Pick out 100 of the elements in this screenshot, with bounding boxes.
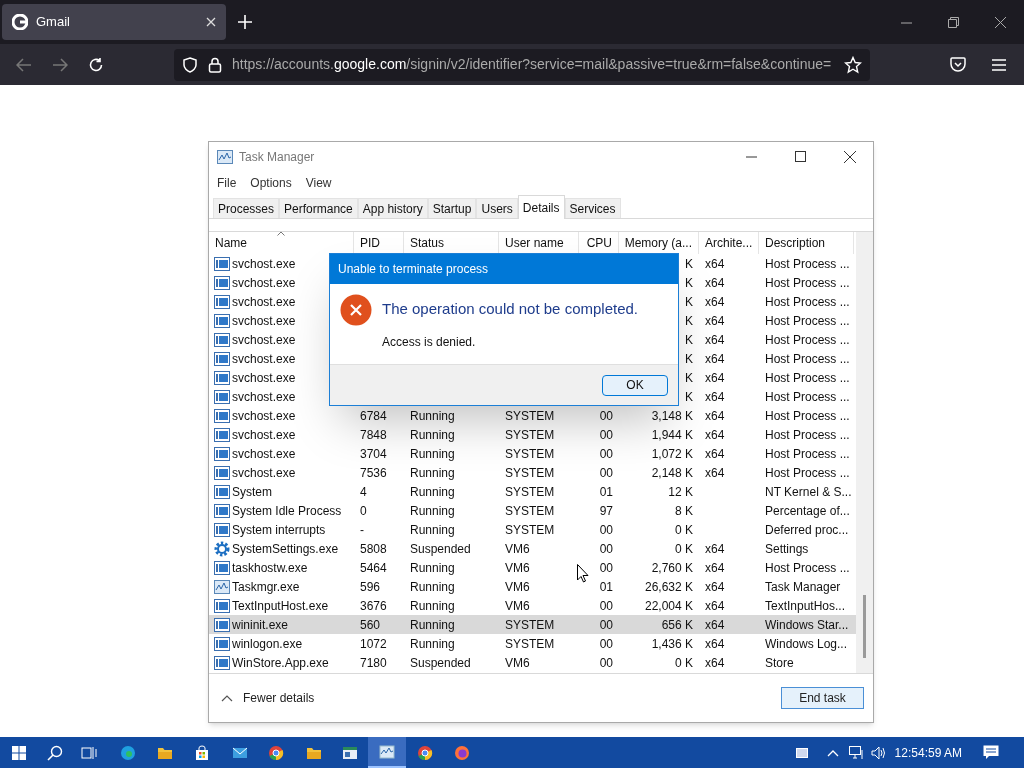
- table-cell-text: K: [685, 293, 693, 311]
- table-cell-text: 00: [599, 426, 613, 444]
- table-cell-text: taskhostw.exe: [232, 559, 308, 577]
- tab[interactable]: Processes: [213, 198, 280, 218]
- table-cell-text: 0 K: [675, 521, 693, 539]
- end-task-button[interactable]: End task: [781, 687, 864, 709]
- column-header[interactable]: Archite...: [699, 232, 759, 254]
- table-cell-text: Windows Log...: [765, 635, 848, 653]
- menu-icon[interactable]: [992, 58, 1006, 71]
- google-logo-icon: [12, 14, 28, 30]
- notification-icon[interactable]: [983, 745, 999, 760]
- shield-icon[interactable]: [182, 56, 198, 73]
- table-cell-text: SYSTEM: [505, 616, 555, 634]
- dialog-title: Unable to terminate process: [338, 261, 489, 278]
- tab[interactable]: App history: [357, 198, 428, 218]
- table-cell-text: SYSTEM: [505, 521, 555, 539]
- table-cell-text: 12 K: [668, 483, 693, 501]
- table-cell-text: 7848: [360, 426, 387, 444]
- window-icon: [214, 408, 230, 423]
- ok-button[interactable]: OK: [602, 374, 668, 396]
- volume-icon[interactable]: [870, 745, 887, 760]
- network-icon[interactable]: [848, 745, 865, 760]
- table-cell-text: 00: [599, 616, 613, 634]
- table-cell-text: K: [685, 350, 693, 368]
- table-cell-text: winlogon.exe: [232, 635, 303, 653]
- close-icon[interactable]: [844, 150, 856, 163]
- table-cell-text: Windows Star...: [765, 616, 849, 634]
- url-text: https://accounts.google.com/signin/v2/identifier?service=mail&passive=true&rm=false&continue=: [232, 55, 833, 74]
- table-cell-text: Suspended: [410, 540, 471, 558]
- window-icon: [214, 598, 230, 613]
- window-icon: [214, 617, 230, 632]
- clock[interactable]: 12:54:59 AM: [894, 743, 962, 762]
- search-icon: [47, 744, 63, 761]
- table-cell-text: 596: [360, 578, 381, 596]
- window-icon: [214, 313, 230, 328]
- fewer-details-link[interactable]: Fewer details: [243, 689, 781, 707]
- table-cell-text: Host Process ...: [765, 274, 850, 292]
- menu-item[interactable]: File: [217, 174, 237, 192]
- reload-icon[interactable]: [88, 56, 104, 73]
- table-cell-text: NT Kernel & S...: [765, 483, 852, 501]
- window-icon: [214, 427, 230, 442]
- table-cell-text: 1,072 K: [651, 445, 693, 463]
- caret-icon[interactable]: [221, 694, 233, 702]
- table-cell-text: 5808: [360, 540, 387, 558]
- table-cell-text: x64: [705, 597, 725, 615]
- column-header[interactable]: Description: [759, 232, 854, 254]
- scrollbar-thumb[interactable]: [863, 595, 866, 658]
- table-cell-text: wininit.exe: [232, 616, 289, 634]
- tab[interactable]: Services: [564, 198, 621, 218]
- table-cell-text: x64: [705, 388, 725, 406]
- table-cell-text: Host Process ...: [765, 369, 850, 387]
- table-cell-text: 2,148 K: [651, 464, 693, 482]
- table-cell-text: 26,632 K: [644, 578, 693, 596]
- restore-icon[interactable]: [948, 16, 959, 28]
- tab[interactable]: Startup: [427, 198, 477, 218]
- lock-icon[interactable]: [208, 56, 222, 73]
- menu-item[interactable]: Options: [250, 174, 292, 192]
- menu-item[interactable]: View: [305, 174, 332, 192]
- tab[interactable]: Performance: [279, 198, 358, 218]
- table-cell-text: 0 K: [675, 654, 693, 672]
- selected-row[interactable]: wininit.exe 560 Running SYSTEM 00 656 K x64 Windows Star...: [209, 615, 856, 634]
- table-cell-text: TextInputHos...: [765, 597, 846, 615]
- table-cell-text: x64: [705, 616, 725, 634]
- close-icon[interactable]: [995, 16, 1006, 28]
- browser-tab[interactable]: Gmail: [2, 4, 226, 40]
- table-cell-text: VM6: [505, 654, 530, 672]
- table-cell-text: Running: [410, 483, 455, 501]
- table-cell-text: 0 K: [675, 540, 693, 558]
- table-cell-text: svchost.exe: [232, 369, 296, 387]
- tab[interactable]: Users: [476, 198, 518, 218]
- table-cell-text: x64: [705, 559, 725, 577]
- table-cell-text: x64: [705, 407, 725, 425]
- table-cell-text: 560: [360, 616, 381, 634]
- table-cell-text: K: [685, 369, 693, 387]
- table-cell-text: x64: [705, 464, 725, 482]
- back-icon[interactable]: [16, 57, 32, 72]
- window-icon: [214, 655, 230, 670]
- table-cell-text: x64: [705, 445, 725, 463]
- table-cell-text: SYSTEM: [505, 445, 555, 463]
- window-icon: [214, 275, 230, 290]
- star-icon[interactable]: [844, 55, 862, 74]
- tab[interactable]: Details: [517, 195, 565, 219]
- taskbar-button[interactable]: [368, 737, 406, 768]
- table-cell-text: 7536: [360, 464, 387, 482]
- new-tab-icon[interactable]: [238, 15, 252, 29]
- table-cell-text: 656 K: [661, 616, 693, 634]
- maximize-icon[interactable]: [795, 151, 806, 162]
- forward-icon[interactable]: [52, 57, 68, 72]
- window-icon: [214, 332, 230, 347]
- pocket-icon[interactable]: [950, 57, 966, 72]
- table-cell-text: Taskmgr.exe: [232, 578, 300, 596]
- table-cell-text: x64: [705, 578, 725, 596]
- sort-caret-icon: [277, 231, 285, 236]
- table-cell-text: 4: [360, 483, 367, 501]
- scrollbar[interactable]: [856, 232, 873, 673]
- gear-icon: [214, 540, 230, 557]
- table-cell-text: 01: [599, 578, 613, 596]
- window-icon: [214, 503, 230, 518]
- address-bar[interactable]: https://accounts.google.com/signin/v2/identifier?service=mail&passive=true&rm=false&continue=: [174, 48, 870, 81]
- window-icon: [214, 465, 230, 480]
